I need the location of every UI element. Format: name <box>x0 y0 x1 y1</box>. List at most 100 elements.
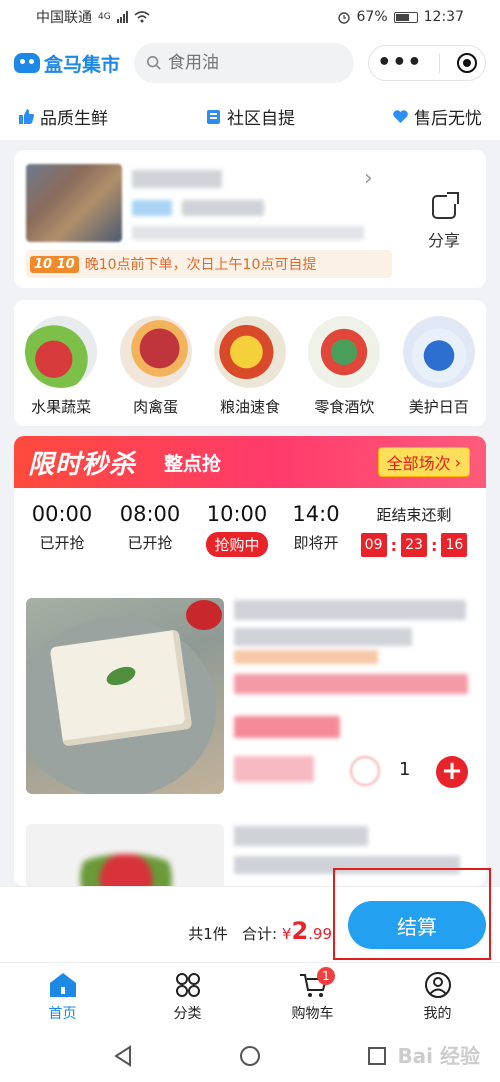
home-circle-icon[interactable] <box>239 1045 261 1067</box>
daily-care-icon <box>402 316 475 388</box>
pickup-notice: 10 10 晚10点前下单，次日上午10点可自提 <box>26 250 392 278</box>
currency-symbol: ¥ <box>281 925 292 943</box>
total-amount: 2 <box>291 917 309 945</box>
home-icon <box>49 973 76 997</box>
category-daily-care[interactable]: 美护日百 <box>396 316 482 426</box>
grain-oil-icon <box>213 316 286 388</box>
tab-mine[interactable]: 我的 <box>375 963 500 1030</box>
countdown: 距结束还剩 09 : 23 : 16 <box>354 504 474 557</box>
alarm-icon <box>337 12 350 24</box>
tab-category[interactable]: 分类 <box>125 963 250 1030</box>
blurred-product-desc <box>234 628 412 646</box>
category-label: 美护日百 <box>408 398 469 416</box>
tab-label: 首页 <box>48 1006 77 1022</box>
blurred-product-name <box>234 600 466 620</box>
quantity-minus-button[interactable] <box>350 756 380 786</box>
user-icon <box>424 972 451 998</box>
slot-time: 10:00 <box>206 502 268 526</box>
more-icon[interactable]: ••• <box>377 52 422 74</box>
category-grid-icon <box>175 973 200 997</box>
category-meat-egg[interactable]: 肉禽蛋 <box>113 316 199 426</box>
blurred-store-name <box>132 170 222 188</box>
mini-program-capsule: ••• <box>368 45 486 81</box>
recents-square-icon[interactable] <box>366 1045 388 1067</box>
feature-pickup: 社区自提 <box>205 104 295 129</box>
blurred-product-2-name <box>234 826 368 846</box>
quantity-plus-button[interactable]: + <box>436 756 468 788</box>
tab-home[interactable]: 首页 <box>0 963 125 1030</box>
store-thumbnail <box>26 164 122 242</box>
network-text: 4G <box>98 12 111 22</box>
countdown-label: 距结束还剩 <box>376 506 452 524</box>
all-sessions-button[interactable]: 全部场次 › <box>377 447 470 477</box>
capsule-divider <box>439 53 441 73</box>
app-logo: 盒马集市 <box>14 50 120 77</box>
total-decimal: .99 <box>308 925 332 943</box>
snack-drink-icon <box>308 316 381 388</box>
app-name: 盒马集市 <box>44 53 121 76</box>
pickup-tag: 10 10 <box>30 255 79 273</box>
quantity-value: 1 <box>399 759 411 780</box>
slot-time: 14:0 <box>292 502 340 526</box>
product-image[interactable] <box>26 598 224 794</box>
flash-sale-subtitle: 整点抢 <box>164 452 222 475</box>
back-icon[interactable] <box>112 1045 134 1067</box>
thumbs-up-icon <box>19 108 34 124</box>
heart-icon <box>393 109 408 123</box>
product-image-2[interactable] <box>26 824 224 886</box>
category-label: 肉禽蛋 <box>133 398 179 416</box>
search-bar[interactable] <box>134 43 354 83</box>
carrier-text: 中国联通 <box>36 10 92 26</box>
all-sessions-label: 全部场次 <box>386 454 451 473</box>
highlight-annotation-box <box>333 868 491 960</box>
chevron-right-icon[interactable]: › <box>364 166 373 191</box>
slot-time: 08:00 <box>119 502 181 526</box>
share-label: 分享 <box>427 231 460 250</box>
tab-label: 我的 <box>423 1006 452 1022</box>
tab-cart[interactable]: 1 购物车 <box>250 963 375 1030</box>
share-icon <box>432 192 459 219</box>
time-text: 12:37 <box>423 9 464 25</box>
flash-sale-header: 限时秒杀 整点抢 全部场次 › <box>14 436 486 488</box>
watermark: Bai 经验 <box>397 1044 480 1068</box>
battery-icon <box>393 11 418 23</box>
share-button[interactable]: 分享 <box>414 192 474 251</box>
chevron-right-icon: › <box>454 452 461 472</box>
bottom-tab-bar: 首页 分类 1 购物车 我的 <box>0 962 500 1030</box>
session-slot-0800[interactable]: 08:00 已开抢 <box>110 502 190 553</box>
session-slots: 00:00 已开抢 08:00 已开抢 10:00 抢购中 14:0 即将开 距… <box>14 488 486 570</box>
blurred-store-tag <box>132 200 172 216</box>
slot-status: 已开抢 <box>39 534 85 552</box>
category-label: 水果蔬菜 <box>31 398 92 416</box>
blurred-product-tag <box>234 650 378 664</box>
pickup-text: 晚10点前下单，次日上午10点可自提 <box>84 257 317 273</box>
category-fruit-veg[interactable]: 水果蔬菜 <box>18 316 104 426</box>
category-snack-drink[interactable]: 零食酒饮 <box>301 316 387 426</box>
feature-aftersale: 售后无忧 <box>392 104 482 129</box>
fruit-veg-icon <box>25 316 98 388</box>
slot-status: 即将开 <box>293 534 339 552</box>
close-target-icon[interactable] <box>456 53 477 73</box>
session-slot-0000[interactable]: 00:00 已开抢 <box>22 502 102 553</box>
store-icon <box>207 109 220 124</box>
countdown-minutes: 23 <box>401 533 427 557</box>
feature-label: 品质生鲜 <box>40 108 108 129</box>
session-slot-1000[interactable]: 10:00 抢购中 <box>197 502 277 557</box>
app-screen: 中国联通 4G 67% 12:37 盒马集市 ••• <box>0 0 500 1082</box>
category-label: 粮油速食 <box>219 398 280 416</box>
header: 盒马集市 ••• <box>0 34 500 92</box>
blurred-product-price <box>234 756 314 782</box>
slot-status: 已开抢 <box>127 534 173 552</box>
flash-sale-section: 限时秒杀 整点抢 全部场次 › 00:00 已开抢 08:00 已开抢 10:0… <box>14 436 486 886</box>
blurred-store-info <box>182 200 264 216</box>
category-grain-oil[interactable]: 粮油速食 <box>207 316 293 426</box>
tab-label: 分类 <box>173 1006 202 1022</box>
store-card[interactable]: › 分享 10 10 晚10点前下单，次日上午10点可自提 <box>14 150 486 288</box>
category-label: 零食酒饮 <box>314 398 375 416</box>
item-count: 共1件 <box>188 925 228 943</box>
feature-quality: 品质生鲜 <box>18 104 108 129</box>
search-input[interactable] <box>168 53 342 73</box>
session-slot-1400[interactable]: 14:0 即将开 <box>284 502 348 553</box>
total-label: 合计: <box>242 925 278 943</box>
flash-sale-title: 限时秒杀 <box>28 449 137 480</box>
